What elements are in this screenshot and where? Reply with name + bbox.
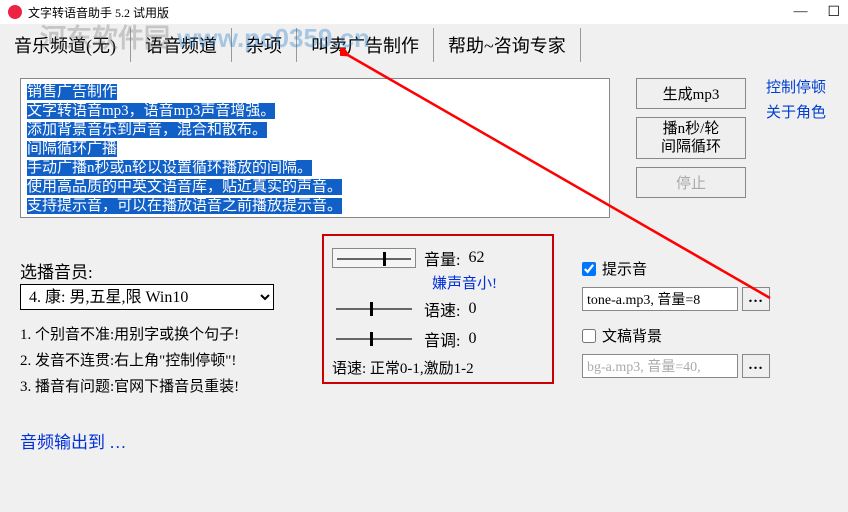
low-volume-link[interactable]: 嫌声音小! <box>432 272 544 293</box>
bg-label: 文稿背景 <box>602 325 662 346</box>
speed-value: 0 <box>468 300 476 318</box>
text-line: 销售广告制作 <box>27 84 117 100</box>
tab-misc[interactable]: 杂项 <box>232 28 297 62</box>
app-icon <box>8 5 22 19</box>
tab-ads[interactable]: 叫卖广告制作 <box>297 28 434 62</box>
speed-slider[interactable] <box>332 299 416 319</box>
loop-button[interactable]: 播n秒/轮 间隔循环 <box>636 117 746 159</box>
tone-checkbox-row[interactable]: 提示音 <box>582 258 770 279</box>
voice-label: 选播音员: <box>20 258 93 283</box>
tip-item: 3. 播音有问题:官网下播音员重装! <box>20 374 239 400</box>
bg-file-field[interactable] <box>582 354 738 378</box>
generate-mp3-button[interactable]: 生成mp3 <box>636 78 746 109</box>
speed-label: 语速: <box>424 297 460 321</box>
tone-file-field[interactable] <box>582 287 738 311</box>
tone-label: 提示音 <box>602 258 647 279</box>
stop-button[interactable]: 停止 <box>636 167 746 198</box>
pitch-value: 0 <box>468 330 476 348</box>
voice-select[interactable]: 4. 康: 男,五星,限 Win10 <box>20 284 274 310</box>
pitch-slider[interactable] <box>332 329 416 349</box>
maximize-icon[interactable]: ☐ <box>827 4 840 21</box>
bg-checkbox-row[interactable]: 文稿背景 <box>582 325 770 346</box>
slider-panel: 音量: 62 嫌声音小! 语速: 0 音调: 0 语速: 正常0-1,激励1-2 <box>322 234 554 384</box>
text-line: 支持提示音，可以在播放语音之前播放提示音。 <box>27 198 342 214</box>
tab-help[interactable]: 帮助~咨询专家 <box>434 28 581 62</box>
pitch-label: 音调: <box>424 327 460 351</box>
titlebar: 文字转语音助手 5.2 试用版 — ☐ <box>0 0 848 24</box>
audio-output-link[interactable]: 音频输出到 … <box>20 428 126 453</box>
tip-item: 2. 发音不连贯:右上角"控制停顿"! <box>20 348 239 374</box>
tab-voice[interactable]: 语音频道 <box>131 28 232 62</box>
speed-hint: 语速: 正常0-1,激励1-2 <box>332 357 544 378</box>
text-line: 手动广播n秒或n轮以设置循环播放的间隔。 <box>27 160 312 176</box>
tip-item: 1. 个别音不准:用别字或换个句子! <box>20 322 239 348</box>
text-line: 使用高品质的中英文语音库，贴近真实的声音。 <box>27 179 342 195</box>
window-title: 文字转语音助手 5.2 试用版 <box>28 4 169 21</box>
text-line: 文字转语音mp3，语音mp3声音增强。 <box>27 103 275 119</box>
tab-bar: 音乐频道(无) 语音频道 杂项 叫卖广告制作 帮助~咨询专家 <box>0 28 848 62</box>
bg-browse-button[interactable]: … <box>742 354 770 378</box>
volume-slider[interactable] <box>332 248 416 268</box>
tone-browse-button[interactable]: … <box>742 287 770 311</box>
minimize-icon[interactable]: — <box>793 4 807 21</box>
text-line: 添加背景音乐到声音，混合和散布。 <box>27 122 267 138</box>
tips-list: 1. 个别音不准:用别字或换个句子! 2. 发音不连贯:右上角"控制停顿"! 3… <box>20 322 239 400</box>
volume-label: 音量: <box>424 246 460 270</box>
text-line: 间隔循环广播 <box>27 141 117 157</box>
text-input-area[interactable]: 销售广告制作 文字转语音mp3，语音mp3声音增强。 添加背景音乐到声音，混合和… <box>20 78 610 218</box>
about-role-link[interactable]: 关于角色 <box>766 101 826 122</box>
tone-checkbox[interactable] <box>582 262 596 276</box>
tab-music[interactable]: 音乐频道(无) <box>0 28 131 62</box>
control-pause-link[interactable]: 控制停顿 <box>766 76 826 97</box>
bg-checkbox[interactable] <box>582 329 596 343</box>
volume-value: 62 <box>468 249 484 267</box>
window-controls: — ☐ <box>793 4 840 21</box>
